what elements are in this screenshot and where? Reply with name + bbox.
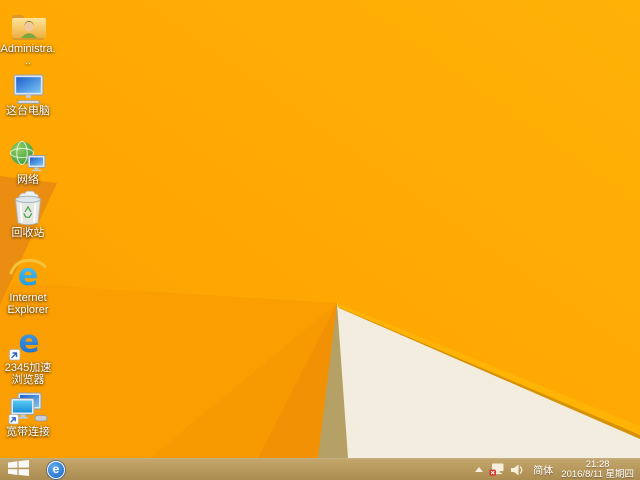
desktop-icon-label: Administra... [0, 43, 56, 67]
volume-tray-icon[interactable] [511, 464, 525, 476]
wallpaper [0, 0, 640, 458]
desktop-icon-2345-browser[interactable]: e 2345加速浏览器 [0, 325, 56, 387]
svg-text:e: e [18, 325, 39, 360]
ie-e-icon: e [9, 257, 47, 291]
taskbar: e 简体 21:28 2016/8/11 星期四 [0, 458, 640, 480]
recycle-bin-full-icon [11, 190, 45, 226]
desktop-icon-recycle-bin[interactable]: 回收站 [0, 190, 56, 240]
clock-time: 21:28 [585, 458, 610, 470]
desktop: Administra... 这台电脑 网络 回收站 e Internet Exp… [0, 0, 640, 480]
desktop-icon-network[interactable]: 网络 [0, 141, 56, 187]
computer-icon [10, 74, 46, 104]
show-hidden-icons-chevron [475, 467, 484, 472]
desktop-icon-user-folder[interactable]: Administra... [0, 10, 56, 68]
show-hidden-icons-button[interactable] [475, 467, 484, 472]
system-tray: 简体 21:28 2016/8/11 星期四 [475, 459, 640, 480]
start-button[interactable] [0, 459, 36, 480]
windows-logo-icon [7, 460, 29, 479]
broadband-monitors-icon [8, 392, 48, 425]
desktop-icon-label: 2345加速浏览器 [4, 362, 52, 386]
desktop-icon-this-pc[interactable]: 这台电脑 [0, 74, 56, 118]
ime-language-indicator[interactable]: 简体 [531, 462, 555, 477]
blue-e-circle-icon: e [47, 460, 65, 479]
desktop-icon-broadband[interactable]: 宽带连接 [0, 392, 56, 439]
desktop-icon-internet-explorer[interactable]: e Internet Explorer [0, 257, 56, 317]
desktop-icon-label: 宽带连接 [6, 426, 50, 438]
desktop-icon-label: 这台电脑 [6, 105, 50, 117]
desktop-icon-label: 网络 [17, 174, 39, 186]
desktop-icon-label: Internet Explorer [7, 292, 49, 316]
blue-e-shortcut-icon: e [9, 325, 47, 361]
taskbar-2345-browser-button[interactable]: e [40, 459, 72, 480]
taskbar-clock[interactable]: 21:28 2016/8/11 星期四 [561, 458, 634, 480]
network-status-tray-icon[interactable] [489, 463, 505, 476]
desktop-icon-label: 回收站 [11, 227, 45, 239]
user-folder-icon [10, 10, 46, 42]
clock-date: 2016/8/11 星期四 [561, 468, 634, 480]
network-globe-icon [9, 141, 47, 173]
